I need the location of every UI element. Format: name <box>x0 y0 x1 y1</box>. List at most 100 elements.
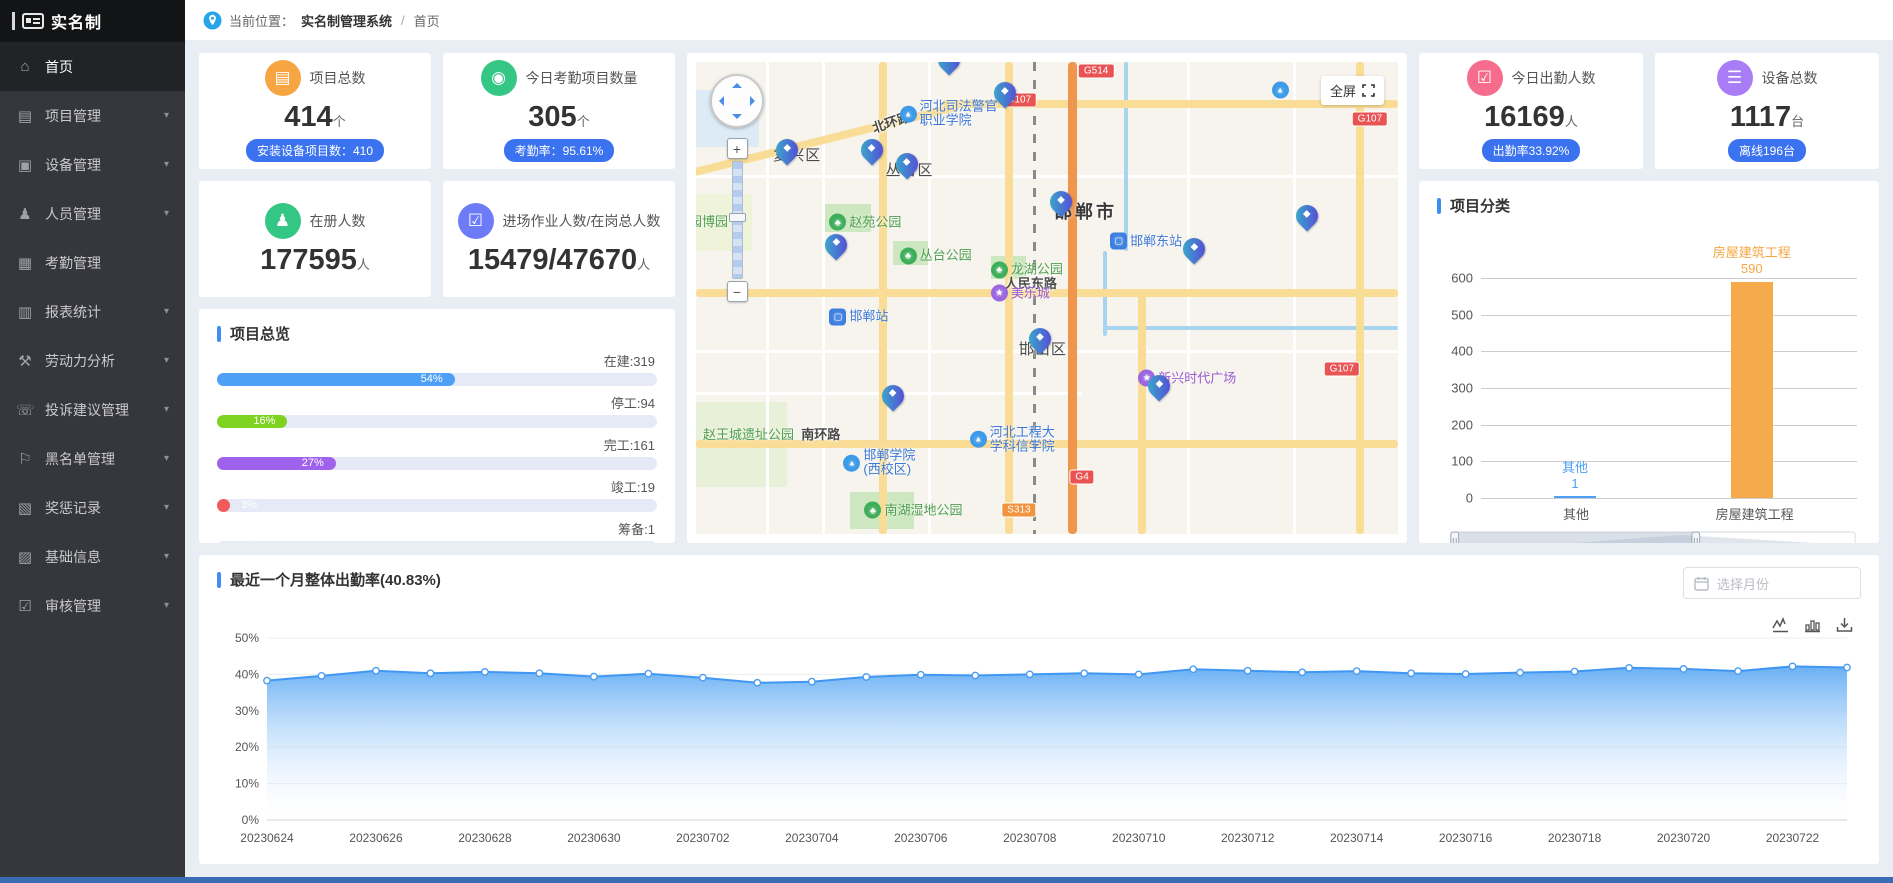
attendance-data-point[interactable] <box>1299 669 1305 675</box>
stat-card-label: 今日考勤项目数量 <box>526 68 638 88</box>
road-shield-G514: G514 <box>1078 64 1114 79</box>
category-bar-chart: 0100200300400500600其他1房屋建筑工程590 <box>1481 268 1857 498</box>
map-pan-control[interactable] <box>710 74 764 128</box>
attendance-data-point[interactable] <box>918 672 924 678</box>
sidebar-item-reward[interactable]: ▧奖惩记录▾ <box>0 483 185 532</box>
app-title: 实名制 <box>51 9 102 33</box>
sidebar-item-complaint[interactable]: ☏投诉建议管理▾ <box>0 385 185 434</box>
datazoom-selection[interactable] <box>1455 532 1696 543</box>
stat-card-unit: 个 <box>577 114 590 129</box>
category-bar-房屋建筑工程[interactable] <box>1731 282 1773 498</box>
attendance-data-point[interactable] <box>1136 671 1142 677</box>
attendance-x-label: 20230716 <box>1439 831 1493 845</box>
sidebar-item-device[interactable]: ▣设备管理▾ <box>0 140 185 189</box>
attendance-data-point[interactable] <box>427 670 433 676</box>
breadcrumb-separator: / <box>401 13 405 28</box>
attendance-data-point[interactable] <box>700 674 706 680</box>
sidebar-item-labor[interactable]: ⚒劳动力分析▾ <box>0 336 185 385</box>
sidebar-item-audit[interactable]: ☑审核管理▾ <box>0 581 185 630</box>
month-picker[interactable]: 选择月份 <box>1683 567 1861 599</box>
breadcrumb-system[interactable]: 实名制管理系统 <box>301 11 392 30</box>
sidebar-item-blacklist[interactable]: ⚐黑名单管理▾ <box>0 434 185 483</box>
stat-card-unit: 台 <box>1791 114 1804 129</box>
project-marker-icon[interactable]: ◆ <box>776 139 798 161</box>
attendance-area-chart: 0%10%20%30%40%50%20230624202306262023062… <box>217 624 1861 862</box>
attendance-x-label: 20230712 <box>1221 831 1275 845</box>
sidebar-item-home[interactable]: ⌂首页 <box>0 42 185 91</box>
attendance-data-point[interactable] <box>1027 671 1033 677</box>
sidebar-item-baseinfo[interactable]: ▨基础信息▾ <box>0 532 185 581</box>
sidebar-item-attendance[interactable]: ▦考勤管理 <box>0 238 185 287</box>
map-label-text: 丛台公园 <box>920 248 972 262</box>
project-marker-icon[interactable]: ◆ <box>938 62 960 71</box>
zoom-out-button[interactable]: − <box>727 281 748 302</box>
category-y-tick: 500 <box>1451 307 1473 322</box>
project-marker-icon[interactable]: ◆ <box>825 234 847 256</box>
project-marker-icon[interactable]: ◆ <box>1183 238 1205 260</box>
project-marker-icon[interactable]: ◆ <box>1148 375 1170 397</box>
project-marker-icon[interactable]: ◆ <box>861 139 883 161</box>
attendance-panel: 最近一个月整体出勤率(40.83%) 选择月份 <box>199 555 1879 864</box>
attendance-data-point[interactable] <box>1844 664 1850 670</box>
zoom-slider-handle[interactable] <box>729 213 746 222</box>
marker-cube-icon: ◆ <box>1036 331 1044 342</box>
sidebar-item-project[interactable]: ▤项目管理▾ <box>0 91 185 140</box>
attendance-data-point[interactable] <box>591 673 597 679</box>
pan-right-icon[interactable] <box>750 96 755 106</box>
sidebar-item-personnel[interactable]: ♟人员管理▾ <box>0 189 185 238</box>
project-marker-icon[interactable]: ◆ <box>994 82 1016 104</box>
attendance-data-point[interactable] <box>1462 671 1468 677</box>
overview-progress-track: 54% <box>217 373 657 386</box>
attendance-data-point[interactable] <box>1735 668 1741 674</box>
project-marker-icon[interactable]: ◆ <box>896 153 918 175</box>
datazoom-handle-right[interactable] <box>1692 532 1700 543</box>
datazoom-handle-left[interactable] <box>1451 532 1459 543</box>
map-label-南湖湿地公园: ♣南湖湿地公园 <box>864 502 962 519</box>
attendance-y-tick: 40% <box>235 667 259 681</box>
attendance-data-point[interactable] <box>536 670 542 676</box>
attendance-data-point[interactable] <box>1081 670 1087 676</box>
project-marker-icon[interactable]: ◆ <box>1296 205 1318 227</box>
map[interactable]: 北环路人民东路南环路邯郸市复兴区丛台区邯山区♣赵苑公园♣丛台公园♣龙湖公园♣南湖… <box>696 62 1398 534</box>
attendance-data-point[interactable] <box>809 678 815 684</box>
pan-up-icon[interactable] <box>732 83 742 88</box>
zoom-slider-track[interactable] <box>732 161 743 279</box>
line-chart-icon[interactable] <box>1772 617 1789 634</box>
attendance-data-point[interactable] <box>645 670 651 676</box>
attendance-data-point[interactable] <box>1353 668 1359 674</box>
pan-down-icon[interactable] <box>732 114 742 119</box>
map-label-邯郸站: ▢邯郸站 <box>829 308 888 325</box>
sidebar-item-report[interactable]: ▥报表统计▾ <box>0 287 185 336</box>
attendance-data-point[interactable] <box>1789 663 1795 669</box>
zoom-in-button[interactable]: + <box>727 138 748 159</box>
attendance-data-point[interactable] <box>1517 669 1523 675</box>
attendance-data-point[interactable] <box>373 668 379 674</box>
attendance-data-point[interactable] <box>1408 670 1414 676</box>
datazoom-slider[interactable] <box>1447 528 1859 543</box>
attendance-data-point[interactable] <box>1680 666 1686 672</box>
pan-left-icon[interactable] <box>719 96 724 106</box>
attendance-data-point[interactable] <box>482 669 488 675</box>
attendance-data-point[interactable] <box>264 677 270 683</box>
attendance-data-point[interactable] <box>754 680 760 686</box>
project-overview-rows: 在建:31954%停工:9416%完工:16127%竣工:193%筹备:10% <box>217 351 657 543</box>
fullscreen-button[interactable]: 全屏 <box>1321 76 1384 105</box>
project-marker-icon[interactable]: ◆ <box>1050 191 1072 213</box>
breadcrumb-current[interactable]: 首页 <box>414 11 440 30</box>
attendance-data-point[interactable] <box>972 672 978 678</box>
download-icon[interactable] <box>1836 617 1853 634</box>
sidebar-item-label: 黑名单管理 <box>45 449 115 469</box>
attendance-data-point[interactable] <box>1244 668 1250 674</box>
attendance-data-point[interactable] <box>1571 668 1577 674</box>
poi-icon: ★ <box>991 285 1008 302</box>
attendance-data-point[interactable] <box>1626 665 1632 671</box>
attendance-data-point[interactable] <box>1190 666 1196 672</box>
project-marker-icon[interactable]: ◆ <box>1029 328 1051 350</box>
bar-chart-icon[interactable] <box>1804 617 1821 634</box>
project-marker-icon[interactable]: ◆ <box>882 385 904 407</box>
attendance-data-point[interactable] <box>863 674 869 680</box>
attendance-data-point[interactable] <box>318 673 324 679</box>
sidebar-item-label: 首页 <box>45 57 73 77</box>
attendance-x-label: 20230624 <box>240 831 294 845</box>
device-icon: ▣ <box>16 156 34 174</box>
